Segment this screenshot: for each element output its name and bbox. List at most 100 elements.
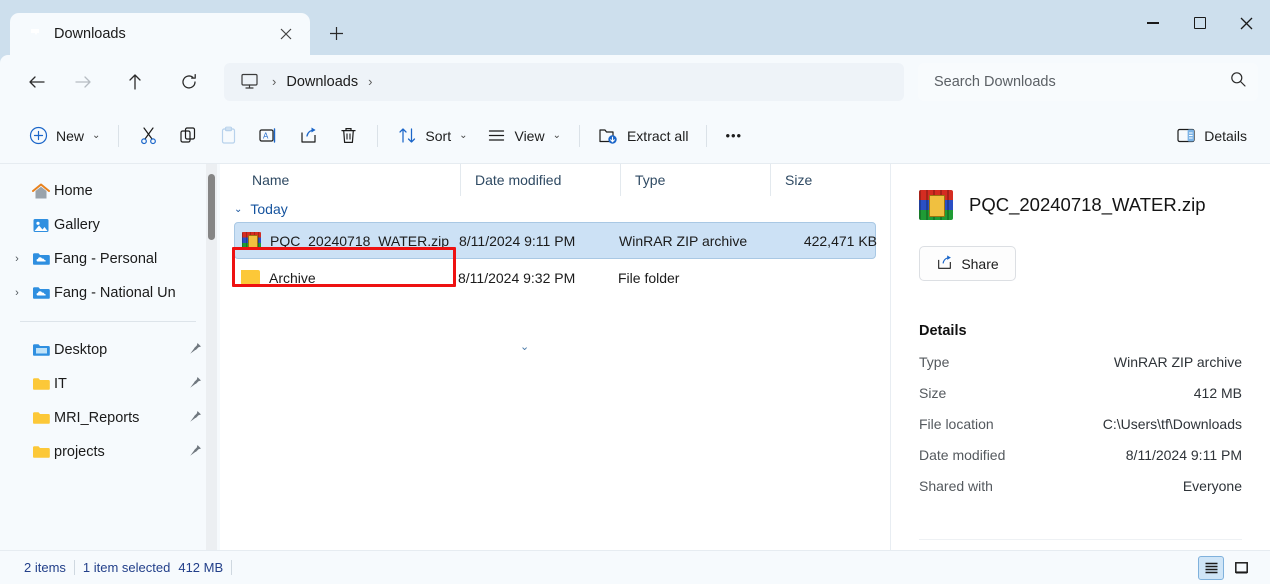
file-name-label: PQC_20240718_WATER.zip: [270, 232, 449, 249]
column-header-type[interactable]: Type: [620, 164, 770, 196]
sidebar-item-desktop[interactable]: Desktop: [0, 333, 220, 367]
sidebar-item-mri-reports[interactable]: MRI_Reports: [0, 401, 220, 435]
tab-title: Downloads: [54, 26, 126, 42]
search-icon[interactable]: [1230, 71, 1246, 92]
view-button[interactable]: View ⌄: [476, 118, 569, 154]
title-bar: Downloads: [0, 0, 1270, 55]
extract-all-button[interactable]: Extract all: [589, 118, 697, 154]
group-header-label: Today: [250, 201, 288, 217]
details-title: PQC_20240718_WATER.zip: [919, 190, 1242, 220]
pin-icon[interactable]: [189, 376, 202, 393]
details-pane: PQC_20240718_WATER.zip Share Details Typ: [890, 164, 1270, 550]
sidebar-item-label: projects: [54, 444, 105, 460]
breadcrumb-current[interactable]: Downloads: [286, 74, 358, 90]
status-bar: 2 items 1 item selected 412 MB: [0, 550, 1270, 584]
refresh-icon[interactable]: [170, 65, 208, 99]
sidebar-item-fang-personal[interactable]: › Fang - Personal: [0, 242, 220, 276]
group-header-today[interactable]: ⌄ Today: [220, 196, 890, 222]
chevron-down-icon: ⌄: [459, 130, 468, 141]
details-field-key: Size: [919, 385, 947, 401]
onedrive-folder-icon: [28, 285, 54, 301]
sidebar-item-fang-national[interactable]: › Fang - National Un: [0, 276, 220, 310]
sort-button[interactable]: Sort ⌄: [387, 118, 476, 154]
details-view-toggle[interactable]: [1198, 555, 1224, 580]
new-tab-button[interactable]: [318, 15, 354, 51]
command-separator-2: [377, 124, 379, 147]
table-row[interactable]: PQC_20240718_WATER.zip 8/11/2024 9:11 PM…: [234, 222, 877, 259]
sidebar-item-it[interactable]: IT: [0, 367, 220, 401]
command-separator: [118, 124, 120, 147]
new-button[interactable]: New ⌄: [18, 118, 109, 154]
file-type-cell: File folder: [618, 269, 680, 286]
pin-icon[interactable]: [189, 410, 202, 427]
status-selection: 1 item selected: [82, 560, 171, 575]
file-date-cell: 8/11/2024 9:32 PM: [458, 269, 576, 286]
sort-indicator-icon: ⌄: [520, 341, 530, 353]
copy-button[interactable]: [168, 118, 208, 154]
details-pane-button[interactable]: Details: [1166, 118, 1256, 154]
delete-button[interactable]: [328, 118, 368, 154]
command-separator-3: [578, 124, 580, 147]
sidebar-item-label: Desktop: [54, 342, 108, 358]
column-header-date[interactable]: Date modified: [460, 164, 620, 196]
up-arrow-icon[interactable]: [116, 65, 154, 99]
back-arrow-icon[interactable]: [18, 65, 56, 99]
pin-icon[interactable]: [189, 342, 202, 359]
search-input[interactable]: [934, 73, 1230, 90]
file-size-cell: 422,471 KB: [803, 232, 877, 249]
pin-icon[interactable]: [189, 444, 202, 461]
details-field-date: Date modified 8/11/2024 9:11 PM: [919, 447, 1242, 463]
sidebar-item-gallery[interactable]: Gallery: [0, 208, 220, 242]
details-bottom-divider: [919, 539, 1242, 540]
chevron-right-icon[interactable]: ›: [6, 253, 28, 265]
window-controls: [1129, 0, 1270, 46]
folder-icon: [28, 444, 54, 460]
details-pane-label: Details: [1204, 127, 1247, 144]
plus-circle-icon: [27, 125, 49, 147]
sidebar-item-home[interactable]: Home: [0, 174, 220, 208]
paste-button: [208, 118, 248, 154]
onedrive-folder-icon: [28, 251, 54, 267]
status-item-count: 2 items: [24, 560, 66, 575]
column-header-name[interactable]: Name: [236, 164, 460, 196]
share-icon: [936, 254, 953, 274]
column-header-size[interactable]: Size: [770, 164, 890, 196]
breadcrumb-separator-2[interactable]: ›: [360, 74, 380, 89]
file-date-cell: 8/11/2024 9:11 PM: [459, 232, 576, 249]
sidebar-item-projects[interactable]: projects: [0, 435, 220, 469]
navigation-pane: Home Gallery › Fang - Personal › Fang - …: [0, 164, 220, 550]
search-box[interactable]: [918, 62, 1258, 101]
column-headers: Name Date modified Type Size: [220, 164, 890, 196]
details-field-key: Type: [919, 354, 950, 370]
table-row[interactable]: Archive 8/11/2024 9:32 PM File folder: [234, 259, 876, 296]
file-name-cell: PQC_20240718_WATER.zip: [235, 232, 459, 249]
close-icon[interactable]: [272, 20, 300, 48]
details-heading: Details: [919, 323, 967, 339]
scissors-icon: [137, 125, 159, 147]
sidebar-item-label: IT: [54, 376, 67, 392]
details-field-value: 412 MB: [1193, 385, 1242, 401]
breadcrumb-separator-1[interactable]: ›: [264, 74, 284, 89]
share-command-button[interactable]: [288, 118, 328, 154]
chevron-down-icon[interactable]: ⌄: [234, 204, 242, 215]
large-icons-view-toggle[interactable]: [1228, 556, 1254, 580]
this-pc-icon[interactable]: [236, 73, 262, 90]
copy-icon: [177, 125, 199, 147]
chevron-right-icon[interactable]: ›: [6, 287, 28, 299]
tab-downloads[interactable]: Downloads: [10, 13, 310, 55]
cut-button[interactable]: [128, 118, 168, 154]
minimize-button[interactable]: [1129, 0, 1176, 46]
sidebar-item-label: Home: [54, 183, 93, 199]
maximize-button[interactable]: [1176, 0, 1223, 46]
share-button-label: Share: [961, 255, 999, 272]
details-field-key: Date modified: [919, 447, 1006, 463]
share-button[interactable]: Share: [919, 246, 1016, 281]
tab-strip: Downloads: [0, 0, 354, 55]
close-window-button[interactable]: [1223, 0, 1270, 46]
sidebar-scrollbar-thumb[interactable]: [208, 174, 215, 240]
chevron-down-icon: ⌄: [552, 130, 561, 141]
sort-icon: [396, 125, 418, 147]
address-bar[interactable]: › Downloads ›: [224, 62, 904, 101]
rename-button[interactable]: A: [248, 118, 288, 154]
more-options-button[interactable]: •••: [716, 118, 751, 154]
